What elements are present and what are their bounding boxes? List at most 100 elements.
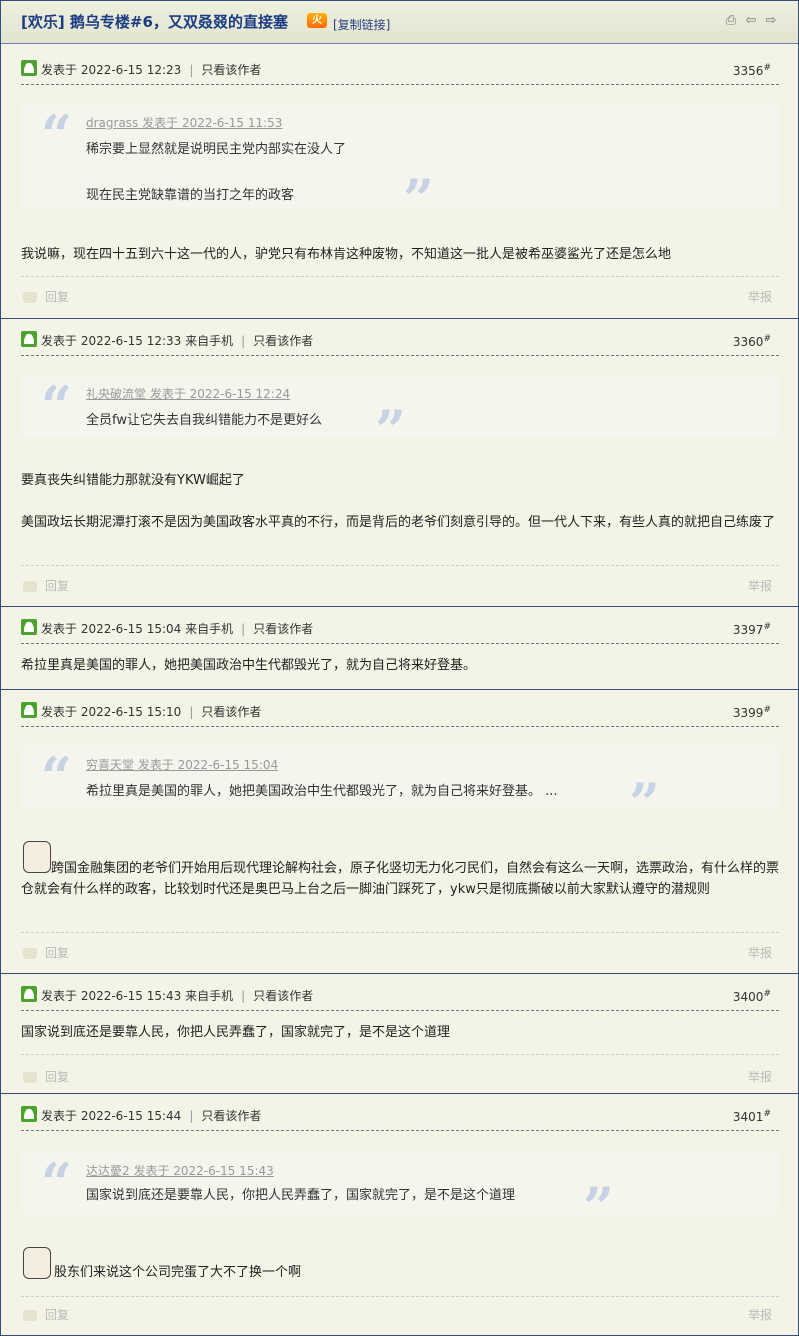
online-status-icon [21, 331, 37, 347]
floor-number[interactable]: 3401# [733, 1109, 771, 1124]
close-quote-icon: ” [375, 398, 407, 462]
close-quote-icon: ” [629, 771, 661, 835]
header-divider [21, 1010, 779, 1011]
header-divider [21, 355, 779, 356]
post-3399: 发表于 2022-6-15 15:10 | 只看该作者 3399# “ 穷喜天堂 发… [1, 690, 798, 974]
post-paragraph: 股东们来说这个公司完蛋了大不了换一个啊 [54, 1265, 302, 1280]
post-header: 发表于 2022-6-15 15:04 来自手机 | 只看该作者 3397# [21, 619, 779, 643]
reply-icon [23, 948, 37, 959]
post-body: 希拉里真是美国的罪人，她把美国政治中生代都毁光了，就为自己将来好登基。 [21, 655, 791, 676]
header-divider [21, 84, 779, 85]
post-paragraph: 美国政坛长期泥潭打滚不是因为美国政客水平真的不行，而是背后的老爷们刻意引导的。但… [21, 515, 776, 530]
only-author-link[interactable]: 只看该作者 [201, 705, 261, 719]
post-body: 国家说到底还是要靠人民，你把人民弄蠢了，国家就完了，是不是这个道理 [21, 1022, 791, 1043]
post-time: 发表于 2022-6-15 12:23 | 只看该作者 [41, 63, 262, 77]
post-body: 我说嘛，现在四十五到六十这一代的人，驴党只有布林肯这种废物，不知道这一批人是被希… [21, 244, 791, 265]
post-time: 发表于 2022-6-15 12:33 来自手机 | 只看该作者 [41, 334, 314, 348]
post-3360: 发表于 2022-6-15 12:33 来自手机 | 只看该作者 3360# “ 礼… [1, 319, 798, 607]
quote-block: “ 达达薆2 发表于 2022-6-15 15:43 国家说到底还是要靠人民，你… [21, 1151, 779, 1234]
reply-icon [23, 1072, 37, 1083]
post-time: 发表于 2022-6-15 15:10 | 只看该作者 [41, 705, 262, 719]
online-status-icon [21, 1106, 37, 1122]
floor-number[interactable]: 3356# [733, 63, 771, 78]
quote-line: 希拉里真是美国的罪人，她把美国政治中生代都毁光了，就为自己将来好登基。 ... [86, 784, 558, 799]
open-quote-icon: “ [41, 745, 73, 809]
post-body: 跨国金融集团的老爷们开始用后现代理论解构社会，原子化竖切无力化刁民们，自然会有这… [21, 858, 791, 900]
quote-block: “ 礼央破流堂 发表于 2022-6-15 12:24 全员fw让它失去自我纠错… [21, 374, 779, 457]
report-button[interactable]: 举报 [748, 288, 772, 305]
print-icon[interactable]: ⎙ [723, 13, 739, 29]
only-author-link[interactable]: 只看该作者 [201, 63, 261, 77]
header-divider [21, 1130, 779, 1131]
online-status-icon [21, 619, 37, 635]
footer-divider [21, 1296, 779, 1297]
open-quote-icon: “ [41, 374, 73, 438]
floor-number[interactable]: 3360# [733, 334, 771, 349]
footer-divider [21, 932, 779, 933]
reply-button[interactable]: 回复 [23, 1306, 69, 1323]
thread-header: [欢乐] 鹅乌专楼#6，又双叒叕的直接塞 火 [复制链接] ⎙ ⇦ ⇨ [1, 1, 798, 44]
post-3356: 发表于 2022-6-15 12:23 | 只看该作者 3356# “ dragra… [1, 44, 798, 319]
reply-icon [23, 292, 37, 303]
floor-number[interactable]: 3400# [733, 989, 771, 1004]
quote-line: 全员fw让它失去自我纠错能力不是更好么 [86, 413, 322, 428]
report-button[interactable]: 举报 [748, 944, 772, 961]
reply-icon [23, 581, 37, 592]
prev-thread-icon[interactable]: ⇦ [743, 13, 759, 29]
post-paragraph: 跨国金融集团的老爷们开始用后现代理论解构社会，原子化竖切无力化刁民们，自然会有这… [21, 861, 780, 897]
thread-title[interactable]: [欢乐] 鹅乌专楼#6，又双叒叕的直接塞 [21, 11, 288, 32]
quote-block: “ dragrass 发表于 2022-6-15 11:53 稀宗要上显然就是说… [21, 103, 779, 226]
post-header: 发表于 2022-6-15 12:23 | 只看该作者 3356# [21, 60, 779, 84]
post-paragraph: 国家说到底还是要靠人民，你把人民弄蠢了，国家就完了，是不是这个道理 [21, 1025, 451, 1040]
quote-author-link[interactable]: 穷喜天堂 发表于 2022-6-15 15:04 [86, 756, 278, 773]
post-header: 发表于 2022-6-15 12:33 来自手机 | 只看该作者 3360# [21, 331, 779, 355]
only-author-link[interactable]: 只看该作者 [253, 622, 313, 636]
footer-divider [21, 276, 779, 277]
post-paragraph: 我说嘛，现在四十五到六十这一代的人，驴党只有布林肯这种废物，不知道这一批人是被希… [21, 247, 672, 262]
quote-block: “ 穷喜天堂 发表于 2022-6-15 15:04 希拉里真是美国的罪人，她把… [21, 745, 779, 830]
post-header: 发表于 2022-6-15 15:10 | 只看该作者 3399# [21, 702, 779, 726]
copy-link-button[interactable]: [复制链接] [333, 16, 390, 33]
reply-button[interactable]: 回复 [23, 944, 69, 961]
header-divider [21, 726, 779, 727]
post-paragraph: 希拉里真是美国的罪人，她把美国政治中生代都毁光了，就为自己将来好登基。 [21, 658, 477, 673]
quote-author-link[interactable]: 达达薆2 发表于 2022-6-15 15:43 [86, 1162, 274, 1179]
post-header: 发表于 2022-6-15 15:44 | 只看该作者 3401# [21, 1106, 779, 1130]
reply-button[interactable]: 回复 [23, 577, 69, 594]
post-time: 发表于 2022-6-15 15:43 来自手机 | 只看该作者 [41, 989, 314, 1003]
post-body: 股东们来说这个公司完蛋了大不了换一个啊 [21, 1262, 791, 1283]
open-quote-icon: “ [41, 103, 73, 167]
floor-number[interactable]: 3397# [733, 622, 771, 637]
footer-divider [21, 1054, 779, 1055]
quote-author-link[interactable]: 礼央破流堂 发表于 2022-6-15 12:24 [86, 385, 290, 402]
reply-button[interactable]: 回复 [23, 288, 69, 305]
report-button[interactable]: 举报 [748, 577, 772, 594]
quote-line: 现在民主党缺靠谱的当打之年的政客 [86, 188, 295, 203]
post-3397: 发表于 2022-6-15 15:04 来自手机 | 只看该作者 3397# 希拉里… [1, 607, 798, 690]
header-divider [21, 643, 779, 644]
close-quote-icon: ” [583, 1175, 615, 1239]
only-author-link[interactable]: 只看该作者 [201, 1109, 261, 1123]
open-quote-icon: “ [41, 1151, 73, 1215]
quote-author-link[interactable]: dragrass 发表于 2022-6-15 11:53 [86, 114, 282, 131]
footer-divider [21, 565, 779, 566]
post-header: 发表于 2022-6-15 15:43 来自手机 | 只看该作者 3400# [21, 986, 779, 1010]
only-author-link[interactable]: 只看该作者 [253, 989, 313, 1003]
close-quote-icon: ” [403, 167, 435, 231]
post-body: 要真丧失纠错能力那就没有YKW崛起了 美国政坛长期泥潭打滚不是因为美国政客水平真… [21, 470, 791, 533]
reply-button[interactable]: 回复 [23, 1068, 69, 1085]
only-author-link[interactable]: 只看该作者 [253, 334, 313, 348]
post-time: 发表于 2022-6-15 15:44 | 只看该作者 [41, 1109, 262, 1123]
post-time: 发表于 2022-6-15 15:04 来自手机 | 只看该作者 [41, 622, 314, 636]
floor-number[interactable]: 3399# [733, 705, 771, 720]
post-paragraph: 要真丧失纠错能力那就没有YKW崛起了 [21, 473, 245, 488]
thread-frame: [欢乐] 鹅乌专楼#6，又双叒叕的直接塞 火 [复制链接] ⎙ ⇦ ⇨ 发表于 … [0, 0, 799, 1336]
quote-line: 国家说到底还是要靠人民，你把人民弄蠢了，国家就完了，是不是这个道理 [86, 1188, 516, 1203]
online-status-icon [21, 60, 37, 76]
online-status-icon [21, 986, 37, 1002]
post-3400: 发表于 2022-6-15 15:43 来自手机 | 只看该作者 3400# 国家说… [1, 974, 798, 1094]
next-thread-icon[interactable]: ⇨ [763, 13, 779, 29]
report-button[interactable]: 举报 [748, 1068, 772, 1085]
quote-line: 稀宗要上显然就是说明民主党内部实在没人了 [86, 142, 347, 157]
report-button[interactable]: 举报 [748, 1306, 772, 1323]
